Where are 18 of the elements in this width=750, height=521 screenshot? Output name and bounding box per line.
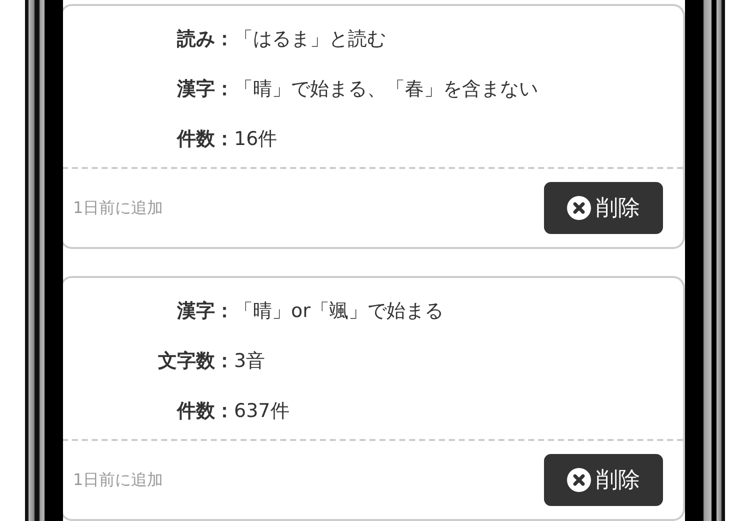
condition-label: 漢字： bbox=[176, 77, 234, 102]
condition-label: 読み： bbox=[176, 27, 234, 52]
added-time: 1日前に追加 bbox=[73, 198, 164, 218]
added-time: 1日前に追加 bbox=[73, 470, 164, 490]
condition-label: 件数： bbox=[176, 127, 234, 152]
condition-value: 「はるま」と読む bbox=[234, 27, 386, 52]
condition-label: 文字数： bbox=[157, 349, 234, 374]
delete-button[interactable]: 削除 bbox=[544, 454, 663, 506]
condition-value: 637件 bbox=[234, 399, 290, 424]
delete-button[interactable]: 削除 bbox=[544, 182, 663, 234]
condition-label: 漢字： bbox=[176, 299, 234, 324]
condition-value: 「晴」or「颯」で始まる bbox=[234, 299, 444, 324]
condition-value: 3音 bbox=[234, 349, 266, 374]
condition-value: 「晴」で始まる、「春」を含まない bbox=[234, 77, 538, 102]
condition-label: 件数： bbox=[176, 399, 234, 424]
condition-value: 16件 bbox=[234, 127, 278, 152]
close-icon bbox=[567, 196, 591, 220]
close-icon bbox=[567, 468, 591, 492]
